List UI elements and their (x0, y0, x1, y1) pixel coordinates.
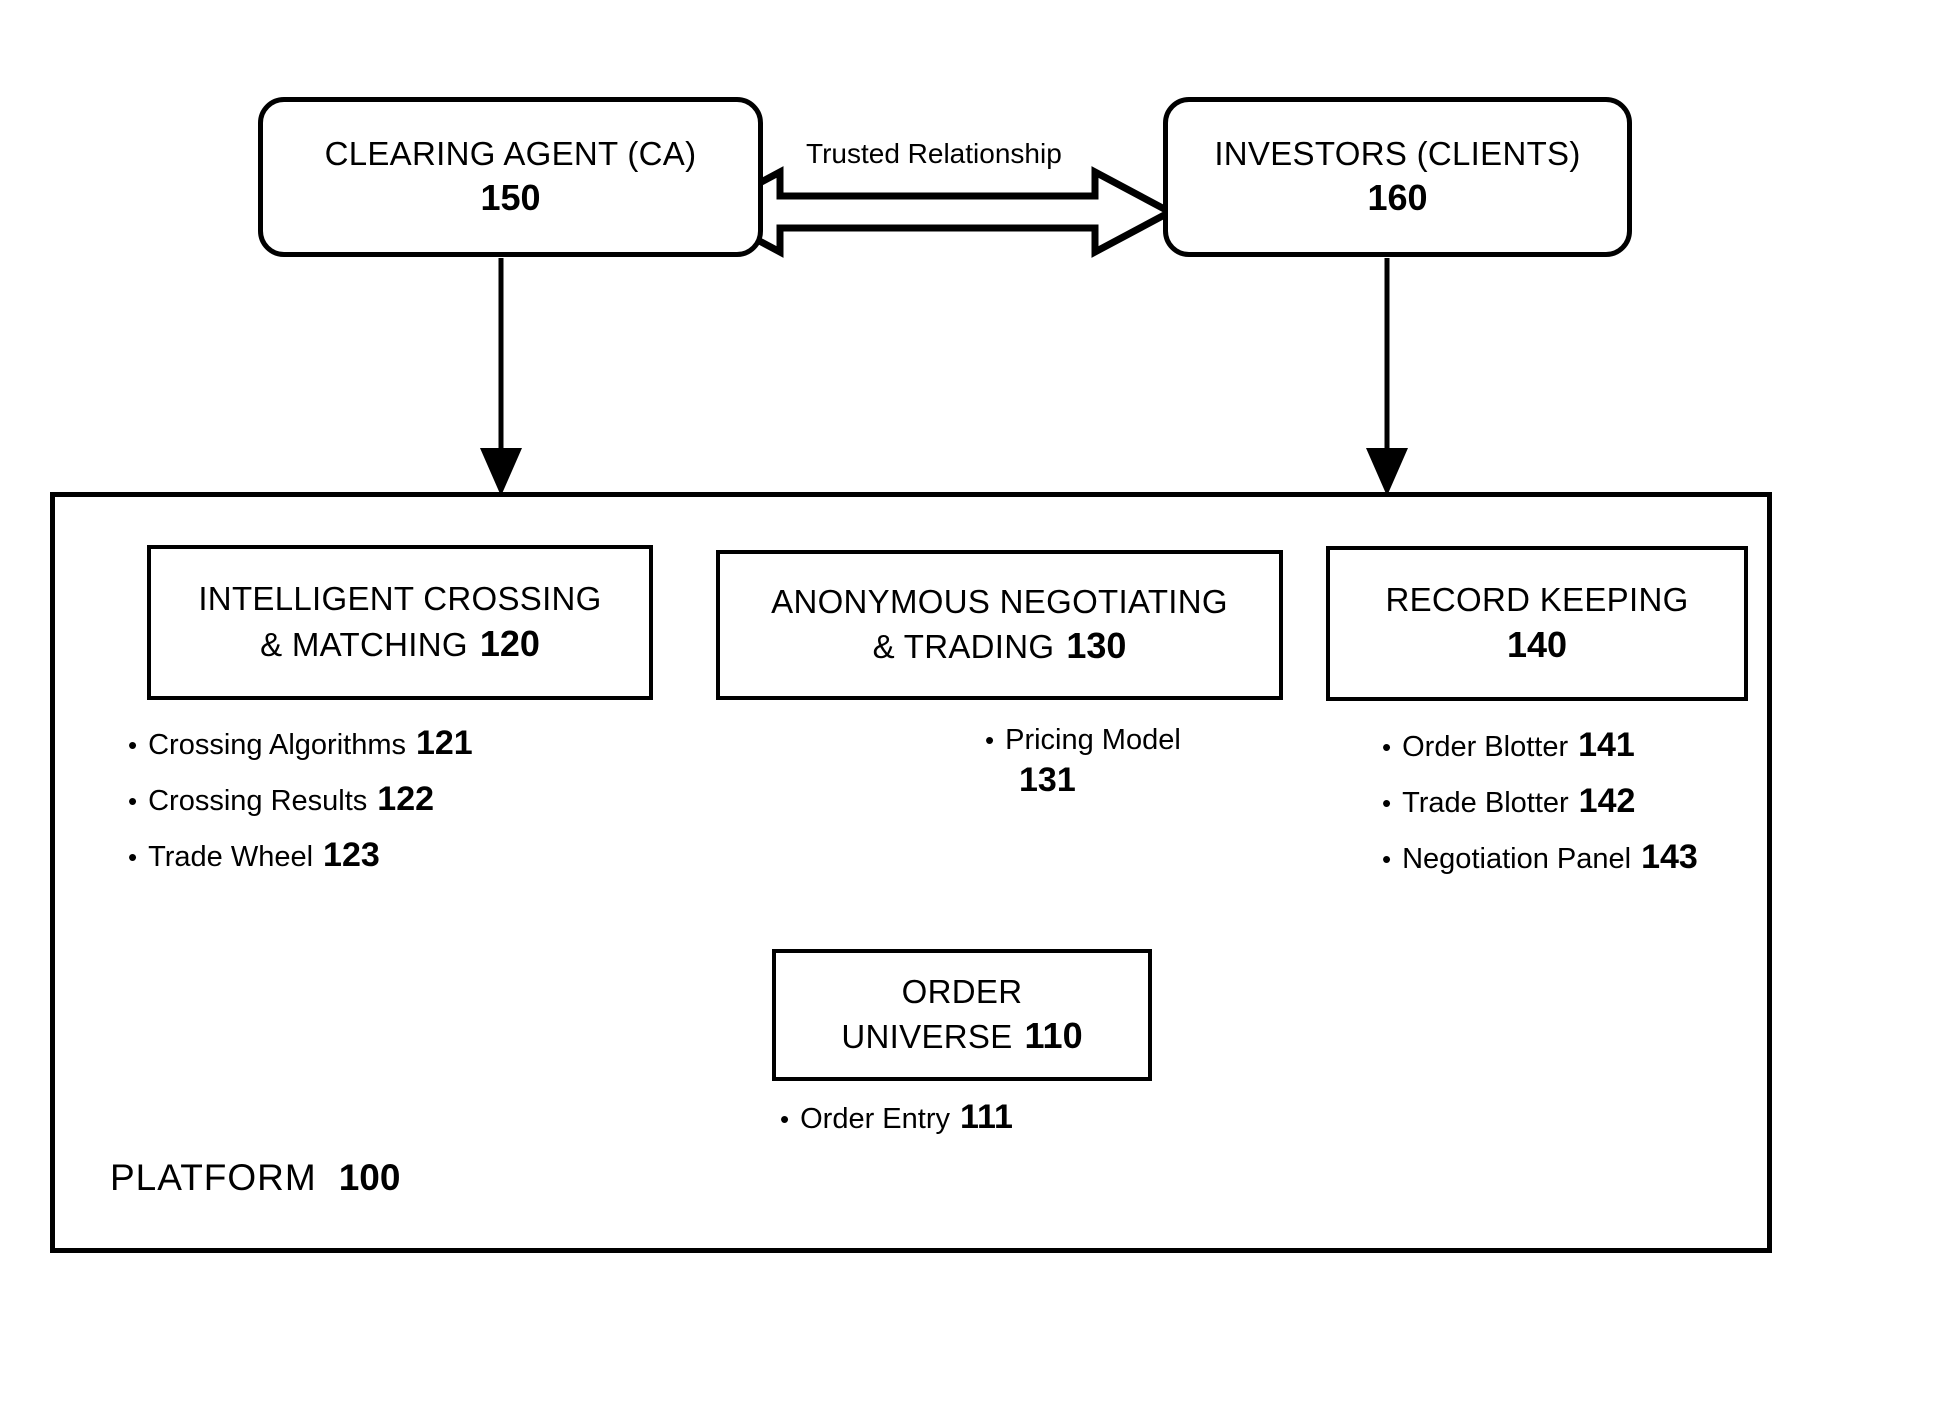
clearing-agent-title: CLEARING AGENT (CA) (324, 134, 697, 172)
list-item-label: Trade Wheel (148, 841, 314, 873)
bullet-dot-icon: • (1382, 732, 1392, 762)
list-item: • Order Blotter 141 (1382, 726, 1698, 765)
list-item: • Trade Wheel 123 (128, 836, 473, 875)
intelligent-crossing-number: 120 (479, 622, 540, 664)
clearing-agent-box[interactable]: CLEARING AGENT (CA) 150 (258, 97, 763, 257)
anonymous-negotiating-line2: & TRADING (872, 628, 1055, 666)
order-universe-line2-row: UNIVERSE 110 (841, 1013, 1082, 1059)
list-item-number: 123 (323, 836, 380, 874)
list-item-number: 111 (959, 1098, 1013, 1136)
anonymous-negotiating-line1: ANONYMOUS NEGOTIATING (771, 582, 1228, 620)
list-item-label: Crossing Results (148, 785, 368, 817)
figure-canvas: CLEARING AGENT (CA) 150 INVESTORS (CLIEN… (0, 0, 1953, 1409)
anonymous-negotiating-line2-row: & TRADING 130 (873, 623, 1127, 669)
list-item: • Crossing Results 122 (128, 780, 473, 819)
bullet-dot-icon: • (128, 730, 138, 760)
list-item: • Crossing Algorithms 121 (128, 724, 473, 763)
order-universe-line2: UNIVERSE (841, 1018, 1013, 1056)
list-item: • Trade Blotter 142 (1382, 782, 1698, 821)
order-universe-number: 110 (1024, 1015, 1083, 1057)
order-universe-box[interactable]: ORDER UNIVERSE 110 (772, 949, 1152, 1081)
anonymous-negotiating-trading-box[interactable]: ANONYMOUS NEGOTIATING & TRADING 130 (716, 550, 1283, 700)
record-keeping-items: • Order Blotter 141 • Trade Blotter 142 … (1382, 726, 1698, 894)
list-item-number: 121 (415, 724, 473, 762)
trusted-relationship-label: Trusted Relationship (806, 138, 1062, 169)
bullet-dot-icon: • (128, 842, 138, 872)
list-item-label: Order Entry (800, 1103, 950, 1135)
clearing-agent-number: 150 (480, 177, 541, 219)
list-item-label: Order Blotter (1402, 731, 1569, 763)
platform-label-text: PLATFORM (110, 1157, 317, 1198)
bullet-dot-icon: • (780, 1104, 790, 1134)
intelligent-crossing-matching-box[interactable]: INTELLIGENT CROSSING & MATCHING 120 (147, 545, 653, 700)
investors-number: 160 (1367, 177, 1428, 219)
bullet-dot-icon: • (1382, 844, 1392, 874)
anonymous-negotiating-number: 130 (1066, 625, 1127, 667)
order-universe-line1: ORDER (901, 972, 1023, 1010)
investors-box[interactable]: INVESTORS (CLIENTS) 160 (1163, 97, 1632, 257)
platform-label-number: 100 (338, 1157, 401, 1198)
bullet-dot-icon: • (1382, 788, 1392, 818)
record-keeping-line1: RECORD KEEPING (1385, 581, 1689, 619)
list-item-label: Pricing Model (1005, 724, 1181, 756)
list-item-label: Trade Blotter (1402, 787, 1569, 819)
anonymous-negotiating-items: • Pricing Model 131 (985, 724, 1181, 800)
platform-label: PLATFORM 100 (110, 1157, 400, 1199)
list-item-number: 142 (1578, 782, 1636, 820)
list-item-label: Crossing Algorithms (148, 729, 406, 761)
intelligent-crossing-line2-row: & MATCHING 120 (260, 621, 540, 667)
list-item-label: Negotiation Panel (1402, 843, 1632, 875)
bullet-dot-icon: • (128, 786, 138, 816)
bullet-dot-icon: • (985, 725, 995, 755)
intelligent-crossing-items: • Crossing Algorithms 121 • Crossing Res… (128, 724, 473, 892)
arrow-investors-to-platform (1366, 258, 1408, 496)
list-item-number: 122 (377, 780, 435, 818)
investors-title: INVESTORS (CLIENTS) (1214, 134, 1581, 172)
record-keeping-number: 140 (1506, 623, 1568, 665)
list-item-number: 143 (1641, 838, 1698, 876)
list-item-number: 131 (1019, 761, 1076, 799)
list-item: • Negotiation Panel 143 (1382, 838, 1698, 877)
arrow-clearing-agent-to-platform (480, 258, 522, 496)
list-item-number: 141 (1578, 726, 1635, 764)
order-universe-items: • Order Entry 111 (780, 1098, 1013, 1154)
intelligent-crossing-line1: INTELLIGENT CROSSING (198, 580, 602, 618)
intelligent-crossing-line2: & MATCHING (260, 625, 468, 663)
list-item: • Pricing Model (985, 724, 1181, 757)
record-keeping-box[interactable]: RECORD KEEPING 140 (1326, 546, 1748, 701)
list-item: • Order Entry 111 (780, 1098, 1013, 1137)
